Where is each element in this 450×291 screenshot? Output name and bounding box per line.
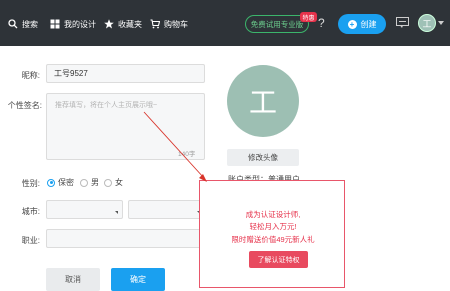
star-icon: [104, 19, 114, 29]
profile-avatar: 工: [227, 65, 299, 137]
gender-option-label: 保密: [58, 178, 74, 187]
nav-search[interactable]: 搜索: [8, 17, 38, 31]
chevron-down-icon[interactable]: [438, 21, 444, 25]
nickname-value: 工号9527: [54, 69, 88, 78]
nickname-input[interactable]: 工号9527: [46, 64, 205, 83]
nav-my-designs-label: 我的设计: [64, 19, 96, 29]
city-label: 城市:: [21, 207, 40, 216]
confirm-button[interactable]: 确定: [111, 268, 165, 291]
popup-line-2: 轻松月入万元!: [249, 222, 297, 231]
popup-line-1: 成为认证设计师,: [245, 210, 301, 219]
radio-selected-icon: [47, 178, 55, 187]
province-select[interactable]: [46, 200, 123, 219]
city-select[interactable]: [128, 200, 205, 219]
change-avatar-button[interactable]: 修改头像: [227, 149, 299, 166]
nav-cart[interactable]: 购物车: [150, 17, 188, 31]
gender-option-label: 女: [115, 178, 123, 187]
chevron-down-icon: [115, 211, 118, 214]
nav-favorites[interactable]: 收藏夹: [104, 17, 142, 31]
confirm-label: 确定: [130, 275, 146, 284]
gender-option-label: 男: [91, 178, 99, 187]
designs-icon: [50, 19, 60, 29]
radio-icon: [104, 178, 112, 187]
nav-search-label: 搜索: [22, 19, 38, 29]
gender-label: 性别:: [21, 179, 40, 188]
user-avatar[interactable]: 工: [418, 14, 436, 32]
gender-option-male[interactable]: 男: [80, 177, 99, 188]
job-label: 职业:: [21, 236, 40, 245]
sale-badge: 特惠: [300, 12, 317, 22]
gender-option-female[interactable]: 女: [104, 177, 123, 188]
plus-icon: +: [347, 19, 357, 29]
free-trial-label: 免费试用专业版: [250, 19, 304, 29]
nav-my-designs[interactable]: 我的设计: [50, 17, 96, 31]
cancel-label: 取消: [65, 275, 81, 284]
nav-favorites-label: 收藏夹: [118, 19, 142, 29]
change-avatar-label: 修改头像: [248, 153, 278, 162]
create-button[interactable]: + 创建: [338, 14, 386, 34]
certification-popup: 成为认证设计师, 轻松月入万元! 限时赠送价值49元新人礼 了解认证特权: [199, 180, 345, 288]
top-bar: 搜索 我的设计 收藏夹 购物车 免费试用专业版 特惠 ? + 创建 工: [0, 0, 450, 46]
signature-label: 个性签名:: [7, 101, 42, 110]
help-icon[interactable]: ?: [318, 16, 325, 30]
create-label: 创建: [360, 19, 377, 29]
job-input[interactable]: [46, 229, 205, 248]
cart-icon: [150, 19, 160, 29]
message-icon[interactable]: [396, 17, 409, 29]
search-icon: [8, 19, 18, 29]
learn-certification-label: 了解认证特权: [257, 256, 300, 264]
signature-counter: 140字: [178, 151, 196, 158]
learn-certification-button[interactable]: 了解认证特权: [249, 251, 308, 268]
popup-line-3: 限时赠送价值49元新人礼: [231, 235, 315, 244]
nickname-label: 昵称:: [21, 71, 40, 80]
cancel-button[interactable]: 取消: [46, 268, 100, 291]
gender-option-secret[interactable]: 保密: [47, 177, 74, 188]
nav-cart-label: 购物车: [164, 19, 188, 29]
radio-icon: [80, 178, 88, 187]
signature-placeholder: 推荐填写，将在个人主页展示哦~: [55, 102, 158, 109]
